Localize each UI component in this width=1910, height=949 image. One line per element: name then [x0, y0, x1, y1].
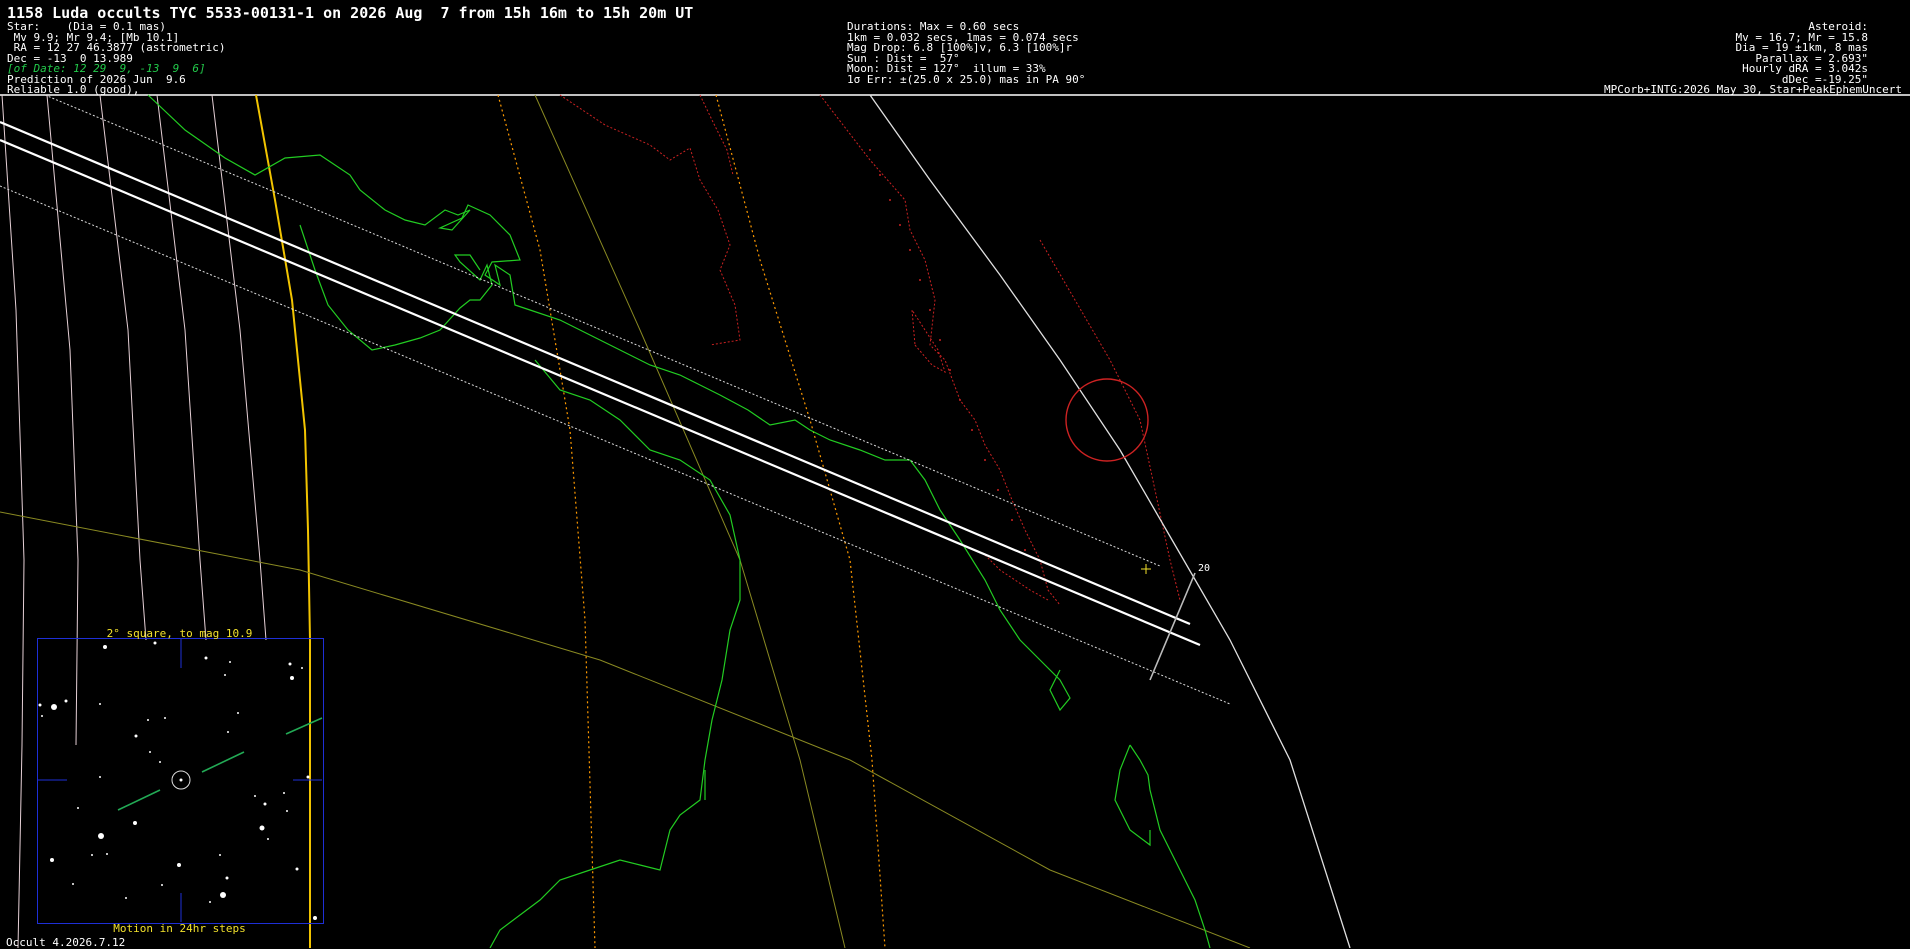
scale-label: 20: [1198, 563, 1211, 574]
dotted-orange-lines: [497, 94, 886, 948]
center-cross-marker: [1141, 564, 1151, 574]
finder-chart-frame: [37, 638, 324, 924]
version-label: Occult 4.2026.7.12: [6, 936, 126, 949]
red-dotted-outline: [559, 94, 1181, 606]
finder-title: 2° square, to mag 10.9: [106, 627, 253, 640]
path-limits: [0, 120, 1201, 647]
earth-limb: [869, 94, 1351, 948]
sun-marker-circle: [1065, 378, 1149, 462]
red-dotted-track: [869, 149, 1026, 551]
finder-footer: Motion in 24hr steps: [113, 922, 246, 935]
